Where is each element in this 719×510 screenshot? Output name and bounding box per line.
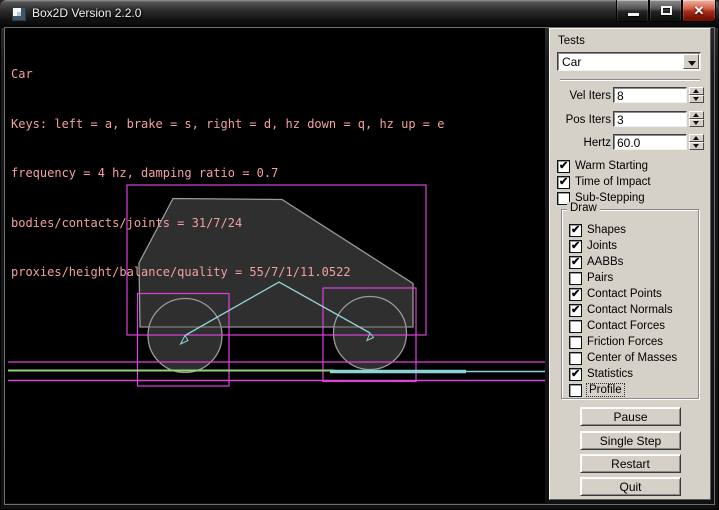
arrow-down-icon xyxy=(693,121,699,125)
checkbox-box[interactable] xyxy=(569,304,582,317)
proxies-line: proxies/height/balance/quality = 55/7/1/… xyxy=(11,264,444,281)
test-dropdown[interactable]: Car xyxy=(557,52,701,71)
pause-button[interactable]: Pause xyxy=(580,407,681,426)
hertz-down-button[interactable] xyxy=(689,142,704,150)
checkbox-label[interactable]: Contact Points xyxy=(587,288,662,300)
checkbox-label[interactable]: Pairs xyxy=(587,272,613,284)
maximize-button[interactable] xyxy=(649,0,682,22)
checkbox-box[interactable] xyxy=(569,272,582,285)
quit-button[interactable]: Quit xyxy=(580,477,681,496)
stats-text: Car Keys: left = a, brake = s, right = d… xyxy=(11,33,444,314)
checkbox-box[interactable] xyxy=(557,176,570,189)
close-button[interactable]: ✕ xyxy=(682,0,716,22)
checkbox-box[interactable] xyxy=(569,384,582,397)
chevron-down-icon xyxy=(688,61,696,66)
single-step-button[interactable]: Single Step xyxy=(580,431,681,450)
checkbox-label[interactable]: Joints xyxy=(587,240,617,252)
checkbox-label[interactable]: Time of Impact xyxy=(575,176,651,188)
checkbox-label[interactable]: Statistics xyxy=(587,368,633,380)
arrow-down-icon xyxy=(693,97,699,101)
arrow-up-icon xyxy=(693,113,699,117)
hertz-label: Hertz xyxy=(550,137,611,149)
checkbox-label[interactable]: Contact Forces xyxy=(587,320,665,332)
separator xyxy=(560,79,700,81)
pos-iters-label: Pos Iters xyxy=(550,114,611,126)
arrow-up-icon xyxy=(693,89,699,93)
checkbox-box[interactable] xyxy=(569,352,582,365)
app-icon xyxy=(12,7,26,21)
test-dropdown-button[interactable] xyxy=(683,54,699,69)
keys-line: Keys: left = a, brake = s, right = d, hz… xyxy=(11,116,444,133)
checkbox-box[interactable] xyxy=(569,336,582,349)
close-icon: ✕ xyxy=(683,3,715,19)
checkbox-label[interactable]: Profile xyxy=(587,384,624,396)
title-bar[interactable]: Box2D Version 2.2.0 ✕ xyxy=(0,0,719,28)
checkbox-label[interactable]: Friction Forces xyxy=(587,336,663,348)
test-dropdown-value: Car xyxy=(562,55,581,69)
pos-iters-field[interactable]: 3 xyxy=(613,111,687,127)
checkbox-box[interactable] xyxy=(569,256,582,269)
maximize-icon xyxy=(661,6,672,15)
checkbox-box[interactable] xyxy=(557,160,570,173)
hertz-stepper xyxy=(689,134,704,150)
pos-iters-stepper xyxy=(689,111,704,127)
arrow-down-icon xyxy=(693,144,699,148)
hertz-field[interactable]: 60.0 xyxy=(613,134,687,150)
draw-group-label: Draw xyxy=(567,202,600,214)
pos-iters-down-button[interactable] xyxy=(689,119,704,127)
checkbox-label[interactable]: Center of Masses xyxy=(587,352,677,364)
hertz-up-button[interactable] xyxy=(689,134,704,142)
pos-iters-up-button[interactable] xyxy=(689,111,704,119)
test-name-line: Car xyxy=(11,66,444,83)
control-panel: Tests Car Vel Iters 8 Pos Iters 3 Hertz … xyxy=(549,28,711,500)
checkbox-box[interactable] xyxy=(569,288,582,301)
vel-iters-field[interactable]: 8 xyxy=(613,87,687,103)
tests-label: Tests xyxy=(558,35,585,47)
checkbox-box[interactable] xyxy=(569,224,582,237)
minimize-icon xyxy=(628,13,639,16)
vel-iters-up-button[interactable] xyxy=(689,87,704,95)
frequency-line: frequency = 4 hz, damping ratio = 0.7 xyxy=(11,165,444,182)
vel-iters-label: Vel Iters xyxy=(550,90,611,102)
vel-iters-down-button[interactable] xyxy=(689,95,704,103)
checkbox-box[interactable] xyxy=(569,368,582,381)
checkbox-box[interactable] xyxy=(569,320,582,333)
arrow-up-icon xyxy=(693,136,699,140)
checkbox-label[interactable]: Warm Starting xyxy=(575,160,648,172)
restart-button[interactable]: Restart xyxy=(580,454,681,473)
minimize-button[interactable] xyxy=(616,0,649,22)
app-window: Box2D Version 2.2.0 ✕ xyxy=(0,0,719,510)
window-title: Box2D Version 2.2.0 xyxy=(32,6,141,20)
checkbox-box[interactable] xyxy=(569,240,582,253)
vel-iters-stepper xyxy=(689,87,704,103)
checkbox-label[interactable]: Contact Normals xyxy=(587,304,673,316)
bodies-line: bodies/contacts/joints = 31/7/24 xyxy=(11,215,444,232)
simulation-canvas[interactable]: Car Keys: left = a, brake = s, right = d… xyxy=(5,28,545,503)
checkbox-label[interactable]: AABBs xyxy=(587,256,623,268)
checkbox-label[interactable]: Shapes xyxy=(587,224,626,236)
